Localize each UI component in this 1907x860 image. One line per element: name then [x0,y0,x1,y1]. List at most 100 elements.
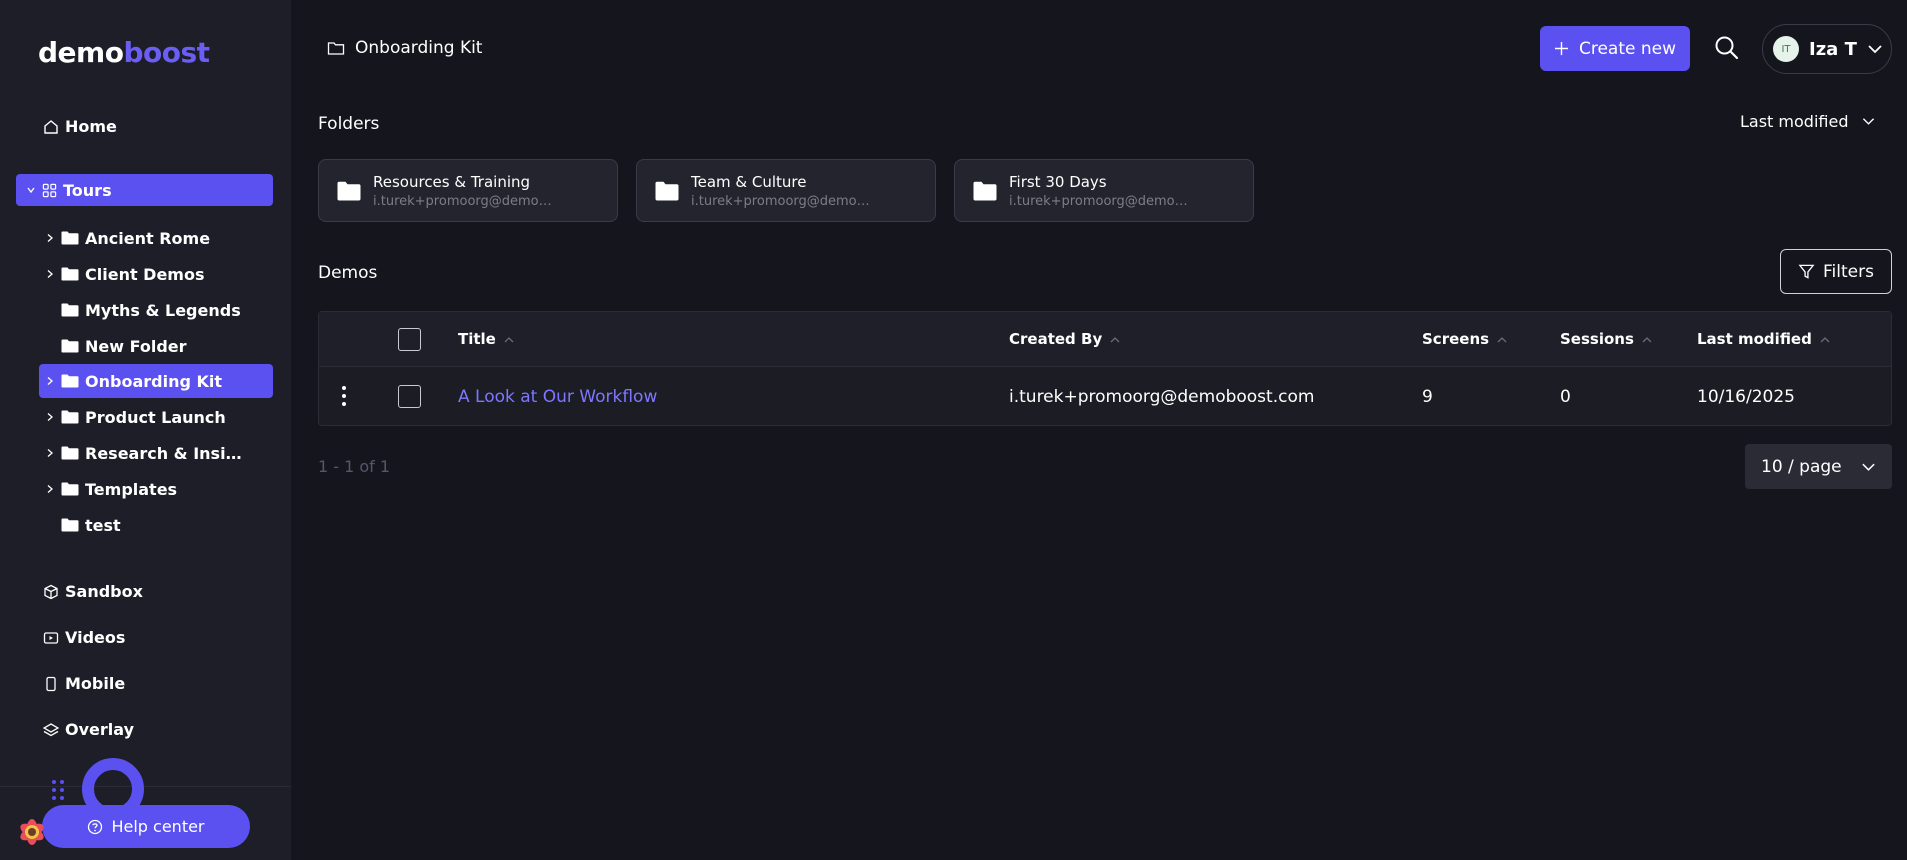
nav-mobile-label: Mobile [65,674,126,693]
nav-mobile[interactable]: Mobile [43,674,125,693]
sidebar-folder-label: Product Launch [85,407,226,427]
folder-owner: i.turek+promoorg@demob... [373,193,558,209]
folder-name: Resources & Training [373,172,531,191]
select-all-checkbox[interactable] [398,328,421,351]
chevron-down-icon [1862,463,1875,471]
chevron-right-icon[interactable] [39,412,61,422]
home-icon [44,119,58,134]
nav-videos[interactable]: Videos [43,628,125,647]
sidebar-folder-item[interactable]: Templates [39,472,273,506]
nav-overlay-label: Overlay [65,720,134,739]
chevron-right-icon[interactable] [39,233,61,243]
chevron-right-icon[interactable] [39,376,61,386]
chevron-right-icon[interactable] [39,448,61,458]
demo-created-by: i.turek+promoorg@demoboost.com [1009,387,1315,407]
folder-outline-icon [327,42,345,55]
sidebar-folder-item[interactable]: Research & Insigh... [39,436,273,470]
user-menu-button[interactable]: IT Iza T [1762,24,1892,74]
help-center-button[interactable]: Help center [42,805,250,848]
row-checkbox[interactable] [398,385,421,408]
create-new-label: Create new [1578,38,1677,59]
folder-owner: i.turek+promoorg@demob... [1009,193,1194,209]
filters-label: Filters [1823,261,1874,282]
filters-button[interactable]: Filters [1780,249,1892,294]
chevron-down-icon [27,187,35,194]
sort-up-icon [1820,336,1830,342]
folder-card-text: First 30 Days i.turek+promoorg@demob... [1009,173,1194,209]
nav-home[interactable]: Home [43,117,117,136]
sidebar-folder-item[interactable]: New Folder [39,329,273,363]
demo-screens: 9 [1422,387,1433,407]
column-header-sessions[interactable]: Sessions [1560,330,1652,348]
sidebar-folder-item[interactable]: Product Launch [39,400,273,434]
folder-card-text: Team & Culture i.turek+promoorg@demob... [691,173,876,209]
folder-icon [61,410,79,424]
sidebar-folder-label: Client Demos [85,264,205,284]
sidebar-folder-item[interactable]: Myths & Legends [39,293,273,327]
sort-up-icon [504,336,514,342]
sort-select[interactable]: Last modified [1740,112,1875,131]
column-last-modified-label: Last modified [1697,330,1812,348]
create-new-button[interactable]: Create new [1540,26,1690,71]
layers-icon [43,722,59,736]
demos-table: Title Created By Screens Sessions Last m… [318,311,1892,426]
nav-tours[interactable]: Tours [16,174,273,206]
sidebar-folder-label: New Folder [85,336,187,356]
sidebar-folder-label: Templates [85,479,178,499]
video-icon [43,631,59,644]
nav-overlay[interactable]: Overlay [43,720,134,739]
column-header-title[interactable]: Title [458,330,514,348]
chevron-down-icon [1863,118,1875,125]
page-size-select[interactable]: 10 / page [1745,444,1892,489]
mobile-icon [46,676,56,691]
breadcrumb: Onboarding Kit [327,38,482,58]
demo-title-link[interactable]: A Look at Our Workflow [458,387,657,407]
folder-icon [61,482,79,496]
folder-icon [973,181,997,200]
folder-owner: i.turek+promoorg@demob... [691,193,876,209]
column-created-by-label: Created By [1009,330,1103,348]
drag-handle-icon[interactable] [52,780,64,800]
chevron-right-icon[interactable] [39,269,61,279]
folder-card[interactable]: Resources & Training i.turek+promoorg@dem… [318,159,618,222]
sidebar-divider [0,786,291,787]
flower-logo-icon[interactable] [10,812,54,852]
folder-icon [61,231,79,245]
table-row[interactable]: A Look at Our Workflow i.turek+promoorg@… [319,366,1891,426]
demo-sessions: 0 [1560,387,1571,407]
search-icon[interactable] [1713,34,1741,62]
sidebar-folder-item[interactable]: Ancient Rome [39,221,273,255]
nav-tours-label: Tours [63,180,112,200]
folders-heading: Folders [318,114,380,134]
avatar: IT [1773,36,1799,62]
sidebar-folder-item[interactable]: Client Demos [39,257,273,291]
help-icon [88,819,103,834]
more-vertical-icon[interactable] [341,385,347,407]
cube-icon [44,584,58,599]
table-header: Title Created By Screens Sessions Last m… [319,312,1891,366]
logo[interactable]: demoboost [38,36,210,69]
sidebar-folder-item[interactable]: Onboarding Kit [39,364,273,398]
sort-up-icon [1642,336,1652,342]
sidebar-folder-label: Ancient Rome [85,228,211,248]
chevron-down-icon [1868,45,1882,54]
user-name: Iza T [1809,38,1857,60]
folder-card[interactable]: First 30 Days i.turek+promoorg@demob... [954,159,1254,222]
column-header-created-by[interactable]: Created By [1009,330,1120,348]
folder-card[interactable]: Team & Culture i.turek+promoorg@demob... [636,159,936,222]
breadcrumb-label: Onboarding Kit [355,38,483,58]
chevron-right-icon[interactable] [39,484,61,494]
folder-icon [61,374,79,388]
nav-sandbox[interactable]: Sandbox [43,582,143,601]
plus-icon [1554,41,1569,56]
sidebar-folder-label: test [85,515,121,535]
column-sessions-label: Sessions [1560,330,1634,348]
column-header-last-modified[interactable]: Last modified [1697,330,1830,348]
nav-videos-label: Videos [65,628,126,647]
filter-icon [1798,264,1815,279]
pagination-summary: 1 - 1 of 1 [318,457,391,476]
sidebar-folder-item[interactable]: test [39,508,273,542]
nav-home-label: Home [65,117,117,136]
sidebar-folder-label: Research & Insigh... [85,443,245,463]
column-header-screens[interactable]: Screens [1422,330,1507,348]
